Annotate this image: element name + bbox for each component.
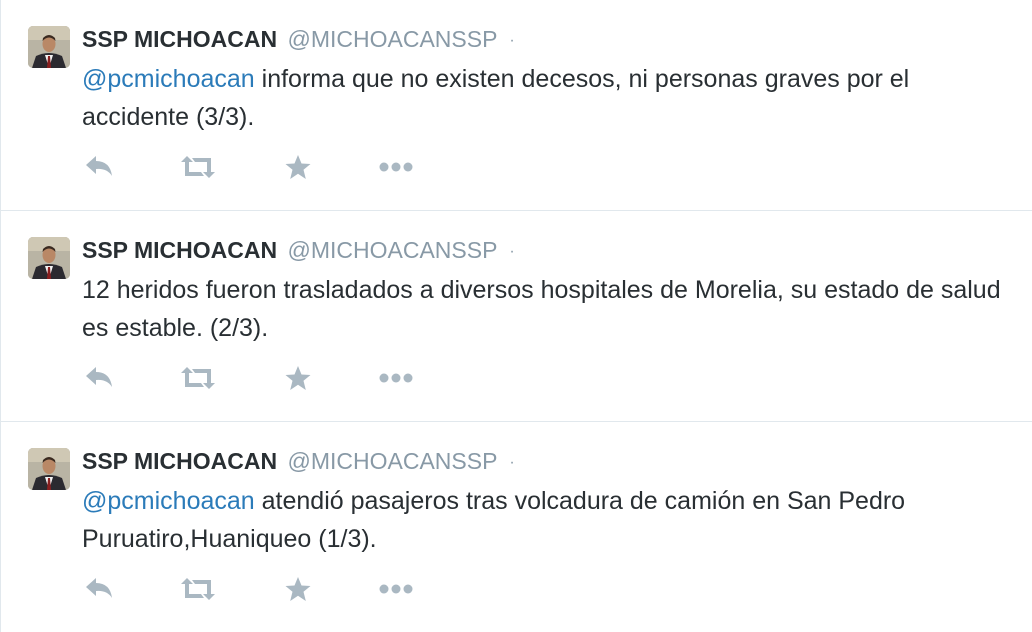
author-username[interactable]: @MICHOACANSSP — [288, 237, 498, 263]
favorite-star-icon — [285, 155, 311, 179]
favorite-button[interactable] — [278, 361, 318, 395]
author-fullname[interactable]: SSP MICHOACAN — [82, 237, 277, 263]
avatar[interactable] — [28, 448, 70, 490]
more-button[interactable] — [376, 150, 416, 184]
reply-button[interactable] — [80, 150, 120, 184]
retweet-icon — [181, 367, 215, 389]
tweet-header: SSP MICHOACAN @MICHOACANSSP · — [82, 24, 515, 54]
more-button[interactable] — [376, 572, 416, 606]
mention-link[interactable]: @pcmichoacan — [82, 487, 255, 515]
tweet-body: 12 heridos fueron trasladados a diversos… — [82, 276, 1001, 342]
avatar[interactable] — [28, 26, 70, 68]
author-username[interactable]: @MICHOACANSSP — [288, 448, 498, 474]
tweet-item[interactable]: SSP MICHOACAN @MICHOACANSSP · 12 heridos… — [1, 211, 1032, 422]
reply-icon — [86, 367, 112, 387]
tweet-text: 12 heridos fueron trasladados a diversos… — [82, 271, 1022, 347]
reply-button[interactable] — [80, 572, 120, 606]
retweet-button[interactable] — [178, 150, 218, 184]
tweet-timeline: SSP MICHOACAN @MICHOACANSSP · @pcmichoac… — [0, 0, 1032, 632]
reply-icon — [86, 156, 112, 176]
retweet-icon — [181, 156, 215, 178]
tweet-header: SSP MICHOACAN @MICHOACANSSP · — [82, 235, 515, 265]
favorite-star-icon — [285, 366, 311, 390]
tweet-item[interactable]: SSP MICHOACAN @MICHOACANSSP · @pcmichoac… — [1, 0, 1032, 211]
retweet-button[interactable] — [178, 361, 218, 395]
header-separator: · — [509, 243, 515, 260]
author-fullname[interactable]: SSP MICHOACAN — [82, 26, 277, 52]
mention-link[interactable]: @pcmichoacan — [82, 65, 255, 93]
more-dots-icon — [379, 162, 413, 172]
more-dots-icon — [379, 584, 413, 594]
reply-icon — [86, 578, 112, 598]
favorite-button[interactable] — [278, 572, 318, 606]
more-dots-icon — [379, 373, 413, 383]
avatar[interactable] — [28, 237, 70, 279]
tweet-text: @pcmichoacan atendió pasajeros tras volc… — [82, 482, 1022, 558]
favorite-button[interactable] — [278, 150, 318, 184]
tweet-text: @pcmichoacan informa que no existen dece… — [82, 60, 1022, 136]
retweet-button[interactable] — [178, 572, 218, 606]
author-username[interactable]: @MICHOACANSSP — [288, 26, 498, 52]
reply-button[interactable] — [80, 361, 120, 395]
more-button[interactable] — [376, 361, 416, 395]
author-fullname[interactable]: SSP MICHOACAN — [82, 448, 277, 474]
retweet-icon — [181, 578, 215, 600]
tweet-header: SSP MICHOACAN @MICHOACANSSP · — [82, 446, 515, 476]
tweet-item[interactable]: SSP MICHOACAN @MICHOACANSSP · @pcmichoac… — [1, 422, 1032, 632]
favorite-star-icon — [285, 577, 311, 601]
header-separator: · — [509, 32, 515, 49]
header-separator: · — [509, 454, 515, 471]
